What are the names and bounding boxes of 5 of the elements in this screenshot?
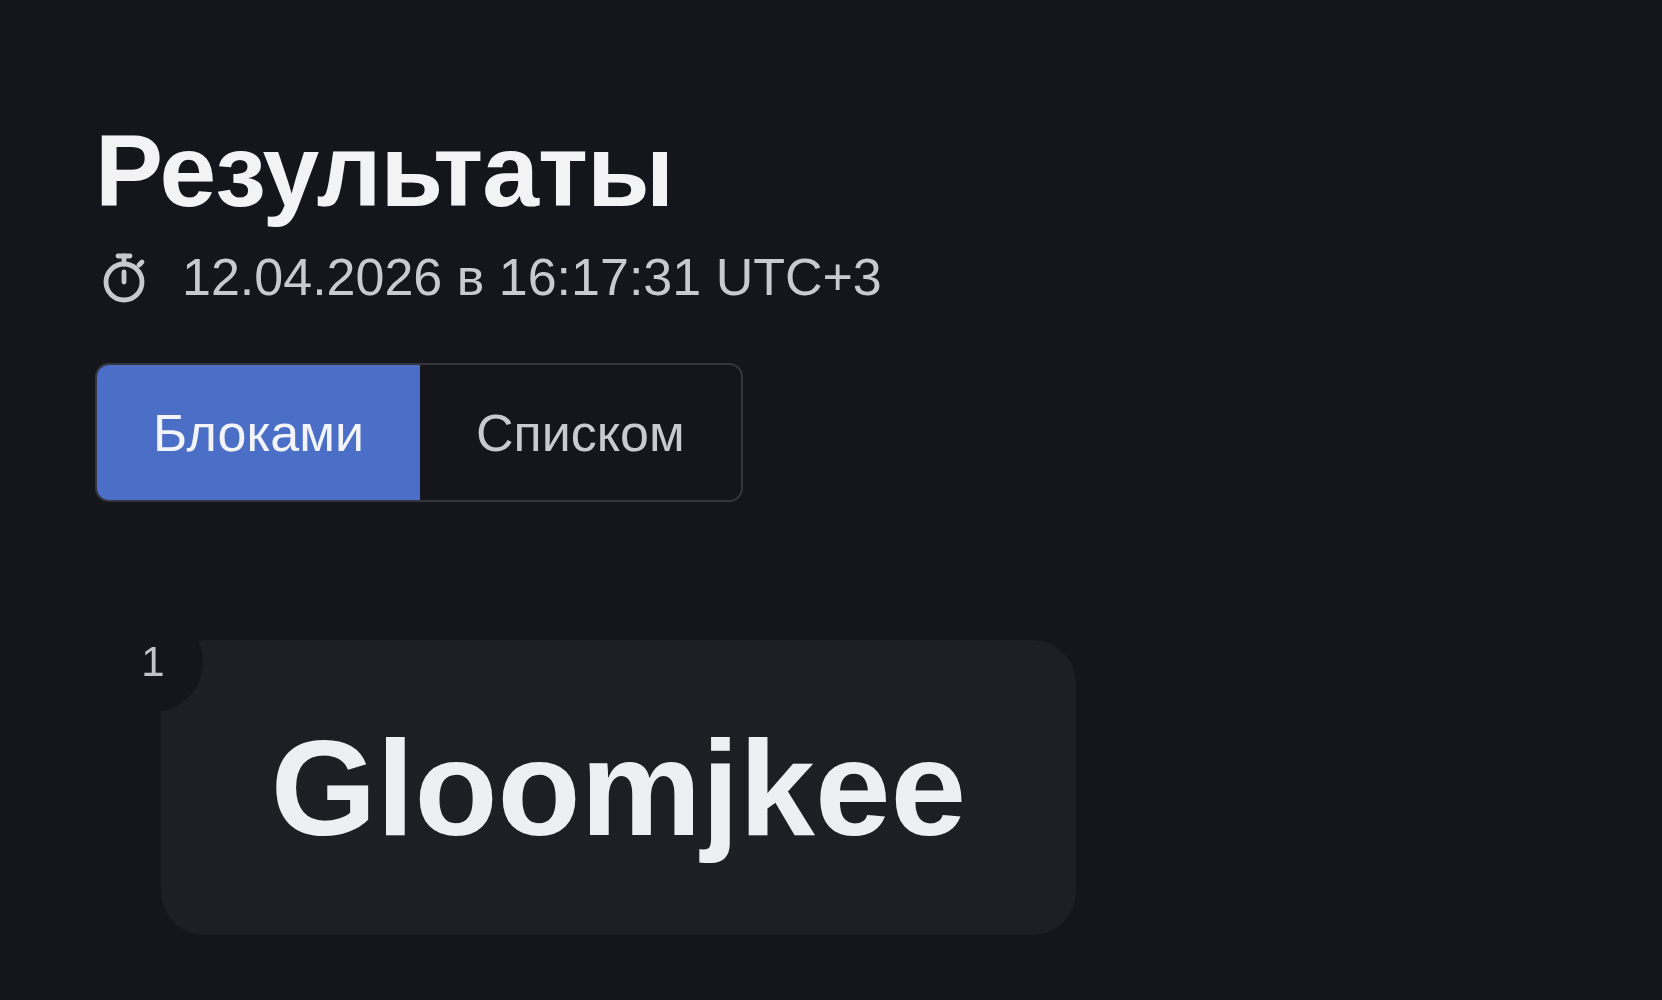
view-tab[interactable]: Блоками xyxy=(97,365,420,501)
player-name: Gloomjkee xyxy=(270,710,967,866)
page-title: Результаты xyxy=(95,115,675,228)
timestamp: 12.04.2026 в 16:17:31 UTC+3 xyxy=(182,249,882,307)
view-tab[interactable]: Списком xyxy=(420,365,741,501)
